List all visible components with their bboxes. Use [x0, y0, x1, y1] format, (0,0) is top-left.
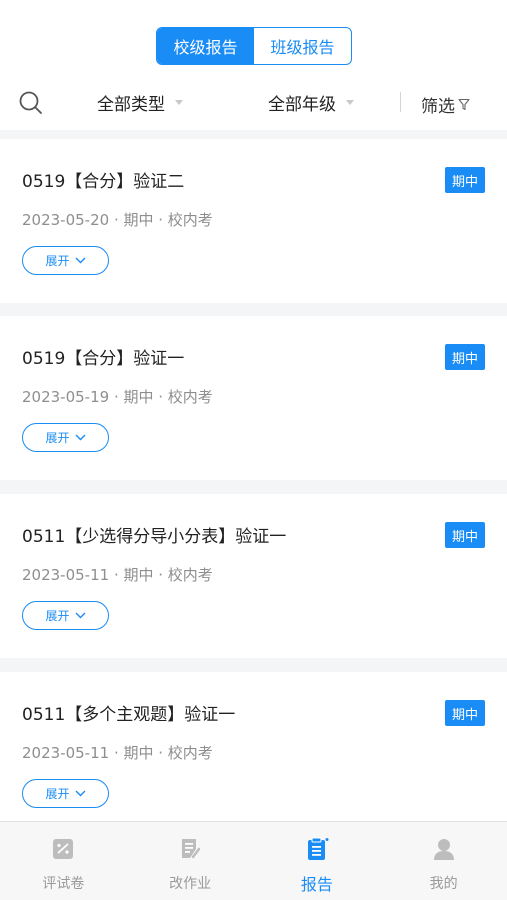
chevron-down-icon — [175, 100, 183, 105]
report-level-switch: 校级报告 班级报告 — [156, 27, 352, 65]
filter-button-label: 筛选 — [421, 97, 455, 117]
expand-button-label: 展开 — [45, 254, 70, 268]
report-meta: 2023-05-20 · 期中 · 校内考 — [22, 211, 213, 229]
report-title: 0511【多个主观题】验证一 — [22, 705, 236, 725]
profile-icon — [433, 839, 454, 860]
exam-type-badge: 期中 — [445, 700, 485, 726]
chevron-down-icon — [75, 790, 85, 797]
tab-class-report[interactable]: 班级报告 — [254, 28, 351, 64]
tab-school-report[interactable]: 校级报告 — [157, 28, 254, 64]
report-title: 0519【合分】验证一 — [22, 349, 185, 369]
grade-dropdown[interactable]: 全部年级 — [268, 90, 354, 115]
expand-button-label: 展开 — [45, 787, 70, 801]
report-meta: 2023-05-11 · 期中 · 校内考 — [22, 566, 213, 584]
expand-button-label: 展开 — [45, 431, 70, 445]
report-meta: 2023-05-19 · 期中 · 校内考 — [22, 388, 213, 406]
expand-button[interactable]: 展开 — [22, 601, 109, 630]
report-card[interactable]: 0519【合分】验证一 期中 2023-05-19 · 期中 · 校内考 展开 — [0, 316, 507, 480]
exam-type-badge: 期中 — [445, 522, 485, 548]
tab-label: 评试卷 — [42, 876, 85, 892]
tab-grade-paper[interactable]: 评试卷 — [0, 822, 127, 900]
report-card[interactable]: 0511【多个主观题】验证一 期中 2023-05-11 · 期中 · 校内考 … — [0, 672, 507, 821]
report-title: 0511【少选得分导小分表】验证一 — [22, 527, 287, 547]
chevron-down-icon — [75, 257, 85, 264]
tab-label: 我的 — [429, 876, 458, 892]
divider — [400, 92, 401, 112]
type-dropdown[interactable]: 全部类型 — [97, 90, 183, 115]
tab-report[interactable]: 报告 — [254, 822, 381, 900]
tab-label: 报告 — [300, 875, 333, 894]
bottom-tab-bar: 评试卷 改作业 报告 我的 — [0, 821, 507, 900]
chevron-down-icon — [346, 100, 354, 105]
grade-dropdown-label: 全部年级 — [268, 95, 336, 115]
type-dropdown-label: 全部类型 — [97, 95, 165, 115]
expand-button-label: 展开 — [45, 609, 70, 623]
header: 校级报告 班级报告 全部类型 全部年级 筛选 — [0, 0, 507, 130]
homework-edit-icon — [182, 839, 201, 859]
exam-type-badge: 期中 — [445, 344, 485, 370]
report-card[interactable]: 0519【合分】验证二 期中 2023-05-20 · 期中 · 校内考 展开 — [0, 139, 507, 303]
search-icon[interactable] — [18, 90, 44, 116]
expand-button[interactable]: 展开 — [22, 423, 109, 452]
tab-profile[interactable]: 我的 — [380, 822, 507, 900]
filter-button[interactable]: 筛选 — [421, 92, 470, 117]
chevron-down-icon — [75, 434, 85, 441]
report-meta: 2023-05-11 · 期中 · 校内考 — [22, 744, 213, 762]
report-clipboard-icon — [307, 837, 329, 860]
funnel-icon — [458, 98, 470, 111]
expand-button[interactable]: 展开 — [22, 246, 109, 275]
report-title: 0519【合分】验证二 — [22, 172, 185, 192]
tab-homework[interactable]: 改作业 — [127, 822, 254, 900]
chevron-down-icon — [75, 612, 85, 619]
report-card[interactable]: 0511【少选得分导小分表】验证一 期中 2023-05-11 · 期中 · 校… — [0, 494, 507, 658]
expand-button[interactable]: 展开 — [22, 779, 109, 808]
grade-paper-icon — [53, 839, 74, 859]
report-list-page: 校级报告 班级报告 全部类型 全部年级 筛选 0519【合分】验证二 期中 20… — [0, 0, 507, 900]
exam-type-badge: 期中 — [445, 167, 485, 193]
tab-label: 改作业 — [169, 876, 212, 892]
filter-bar: 全部类型 全部年级 筛选 — [0, 82, 507, 122]
